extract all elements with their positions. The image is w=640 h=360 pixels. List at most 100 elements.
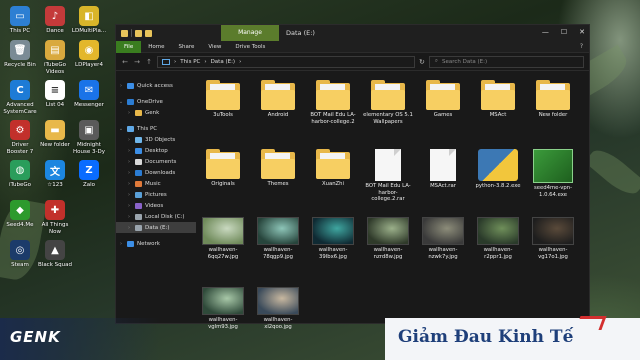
file-item[interactable]: Android xyxy=(253,80,303,119)
file-name: wallhaven-39lbx6.jpg xyxy=(318,247,348,260)
tab-home[interactable]: Home xyxy=(141,41,171,53)
file-item[interactable]: wallhaven-xl2qoo.jpg xyxy=(253,287,303,330)
tab-view[interactable]: View xyxy=(201,41,228,53)
file-item[interactable]: Games xyxy=(418,80,468,119)
nav-3d-objects[interactable]: › 3D Objects xyxy=(116,134,196,145)
file-item[interactable]: New folder xyxy=(528,80,578,119)
tab-file[interactable]: File xyxy=(116,40,142,53)
nav-genk[interactable]: › Genk xyxy=(116,107,196,118)
nav-pictures[interactable]: › Pictures xyxy=(116,189,196,200)
maximize-button[interactable]: ☐ xyxy=(561,28,567,36)
file-item[interactable]: BOT Mail Edu LA-harbor-college.2 xyxy=(308,80,358,125)
file-item[interactable]: MSAct xyxy=(473,80,523,119)
desktop-icon-15[interactable]: ◆ Seed4.Me xyxy=(2,200,38,229)
desktop-icon-3[interactable]: 🗑 Recycle Bin xyxy=(2,40,38,69)
app-icon: ♪ xyxy=(45,6,65,26)
properties-icon[interactable] xyxy=(121,29,128,37)
file-item[interactable]: MSAct.rar xyxy=(418,149,468,190)
desktop-icon-12[interactable]: ◍ iTubeGo xyxy=(2,160,38,189)
manage-contextual-tab[interactable]: Manage xyxy=(221,25,279,41)
archive-file-icon xyxy=(375,149,401,181)
minimize-button[interactable]: — xyxy=(542,28,549,36)
refresh-button[interactable]: ↻ xyxy=(419,58,425,66)
file-item[interactable]: wallhaven-nzrd8w.jpg xyxy=(363,217,413,260)
file-item[interactable]: wallhaven-nzwk7y.jpg xyxy=(418,217,468,260)
nav-documents[interactable]: › Documents xyxy=(116,156,196,167)
file-item[interactable]: BOT Mail Edu LA-harbor-college.2.rar xyxy=(363,149,413,203)
breadcrumb-data-e[interactable]: Data (E:) xyxy=(211,59,236,65)
desktop-icon-0[interactable]: ▭ This PC xyxy=(2,6,38,35)
image-thumbnail xyxy=(257,217,299,245)
nav-videos[interactable]: › Videos xyxy=(116,200,196,211)
desktop-icon-16[interactable]: ✚ All Things Now xyxy=(37,200,73,235)
desktop-icon-14[interactable]: Z Zalo xyxy=(71,160,107,189)
nav-label: Music xyxy=(145,180,161,187)
file-name: python-3.8.2.exe xyxy=(475,183,521,189)
breadcrumb-this-pc[interactable]: This PC xyxy=(180,59,200,65)
tab-share[interactable]: Share xyxy=(171,41,201,53)
desktop-icon-8[interactable]: ✉ Messenger xyxy=(71,80,107,109)
desktop-icon-18[interactable]: ▲ Black Squad xyxy=(37,240,73,269)
app-icon: 文 xyxy=(45,160,65,180)
folder-icon xyxy=(206,80,240,110)
file-item[interactable]: elementary OS 5.1 Wallpapers xyxy=(363,80,413,125)
file-item[interactable]: wallhaven-78qgp9.jpg xyxy=(253,217,303,260)
desktop-icon-6[interactable]: C Advanced SystemCare xyxy=(2,80,38,115)
up-button[interactable]: ↑ xyxy=(145,58,153,66)
file-item[interactable]: XuanZhi xyxy=(308,149,358,188)
chevron-right-icon: › xyxy=(128,213,130,220)
desktop-icon-13[interactable]: 文 ☆123 xyxy=(37,160,73,189)
file-item[interactable]: wallhaven-r2ppr1.jpg xyxy=(473,217,523,260)
close-button[interactable]: ✕ xyxy=(579,28,585,36)
chevron-right-icon: › xyxy=(128,169,130,176)
file-item[interactable]: seed4me-vpn-1.0.64.exe xyxy=(528,149,578,198)
search-box[interactable]: ⌕ Search Data (E:) xyxy=(428,55,584,68)
app-icon: ◆ xyxy=(10,200,30,220)
tab-drive-tools[interactable]: Drive Tools xyxy=(228,41,272,53)
nav-data-e[interactable]: › Data (E:) xyxy=(116,222,196,233)
download-icon xyxy=(135,169,142,176)
chevron-right-icon: › xyxy=(120,82,122,89)
file-item[interactable]: python-3.8.2.exe xyxy=(473,149,523,190)
back-button[interactable]: ← xyxy=(121,58,129,66)
nav-downloads[interactable]: › Downloads xyxy=(116,167,196,178)
file-item[interactable]: wallhaven-6qq27w.jpg xyxy=(198,217,248,260)
nav-network[interactable]: › Network xyxy=(116,238,196,249)
desktop-icon-7[interactable]: ≡ List 04 xyxy=(37,80,73,109)
nav-music[interactable]: › Music xyxy=(116,178,196,189)
file-item[interactable]: Originals xyxy=(198,149,248,188)
nav-this-pc[interactable]: ⌄ This PC xyxy=(116,123,196,134)
image-thumbnail xyxy=(202,287,244,315)
file-item[interactable]: Themes xyxy=(253,149,303,188)
desktop-icon-10[interactable]: ▬ New folder xyxy=(37,120,73,149)
desktop-icon-11[interactable]: ▣ Midnight House 3-Dy xyxy=(71,120,107,155)
file-item[interactable]: wallhaven-vglm93.jpg xyxy=(198,287,248,330)
nav-local-disk-c[interactable]: › Local Disk (C:) xyxy=(116,211,196,222)
nav-desktop[interactable]: › Desktop xyxy=(116,145,196,156)
nav-quick-access[interactable]: › Quick access xyxy=(116,80,196,91)
file-item[interactable]: wallhaven-vg17o1.jpg xyxy=(528,217,578,260)
help-icon[interactable]: ? xyxy=(580,43,583,50)
nav-onedrive[interactable]: ⌄ OneDrive xyxy=(116,96,196,107)
file-name: BOT Mail Edu LA-harbor-college.2.rar xyxy=(365,183,411,202)
forward-button[interactable]: → xyxy=(133,58,141,66)
desktop-icon-2[interactable]: ◧ LDMultiPla... xyxy=(71,6,107,35)
nav-label: Pictures xyxy=(145,191,167,198)
folder-icon[interactable] xyxy=(145,29,152,37)
desktop-icon-4[interactable]: ▤ iTubeGo Videos xyxy=(37,40,73,75)
desktop-icon-9[interactable]: ⚙ Driver Booster 7 xyxy=(2,120,38,155)
quick-access-toolbar xyxy=(116,29,152,37)
desktop-icon-5[interactable]: ◉ LDPlayer4 xyxy=(71,40,107,69)
file-name: wallhaven-6qq27w.jpg xyxy=(207,247,239,260)
desktop-icon-label: This PC xyxy=(9,28,31,34)
file-item[interactable]: 3uTools xyxy=(198,80,248,119)
desktop-icon-17[interactable]: ◎ Steam xyxy=(2,240,38,269)
new-folder-icon[interactable] xyxy=(135,29,142,37)
address-bar[interactable]: › This PC › Data (E:) › xyxy=(157,55,415,68)
file-item[interactable]: wallhaven-39lbx6.jpg xyxy=(308,217,358,260)
file-name: New folder xyxy=(538,112,568,118)
watermark-title: Giảm Đau Kinh Tế xyxy=(398,327,574,347)
desktop-icon-1[interactable]: ♪ Dance xyxy=(37,6,73,35)
address-toolbar: ← → ↑ › This PC › Data (E:) › ↻ ⌕ Search… xyxy=(116,53,589,71)
music-icon xyxy=(135,180,142,187)
